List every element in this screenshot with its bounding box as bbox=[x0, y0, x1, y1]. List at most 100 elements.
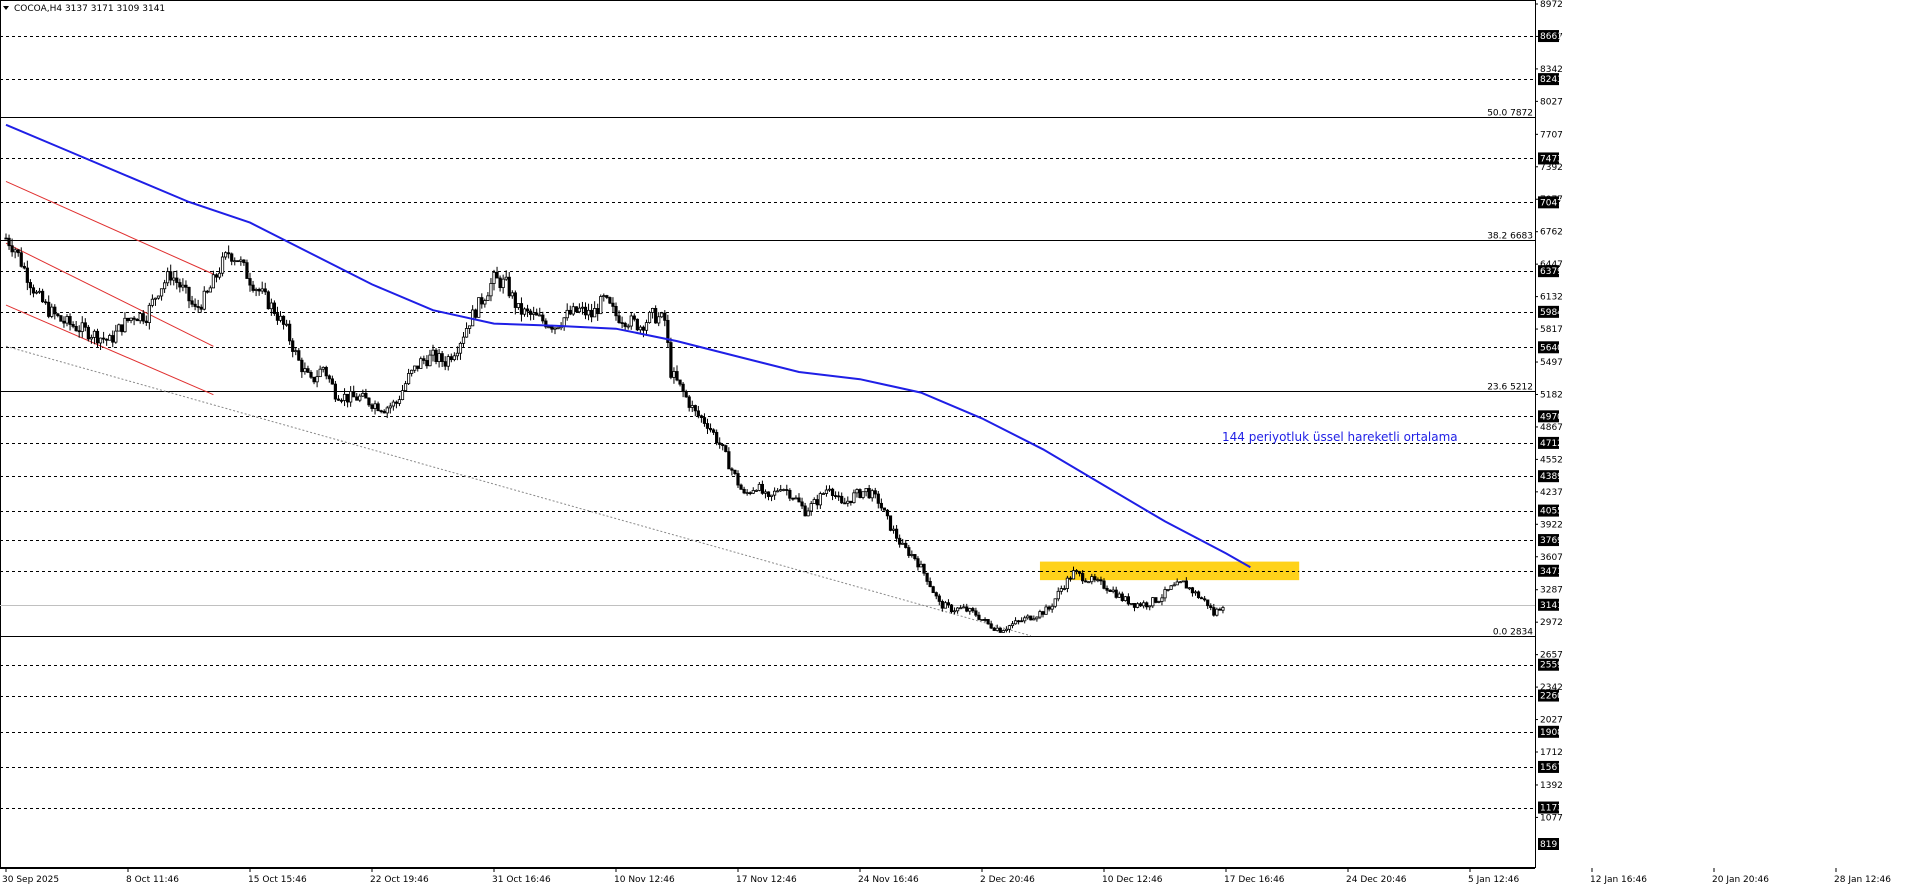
candle-body bbox=[913, 554, 917, 560]
price-badge-label: 8243 bbox=[1540, 75, 1563, 85]
candle-body bbox=[1065, 577, 1069, 589]
candle-body bbox=[632, 315, 636, 320]
candle-body bbox=[733, 469, 737, 474]
candle-body bbox=[901, 542, 905, 545]
candle-body bbox=[34, 291, 39, 294]
candle bbox=[574, 306, 578, 313]
candle-body bbox=[1041, 611, 1045, 615]
time-tick-label: 24 Nov 16:46 bbox=[858, 875, 919, 885]
candle-body bbox=[486, 295, 490, 301]
candle-body bbox=[785, 489, 789, 491]
candle-body bbox=[489, 283, 493, 297]
price-tick-label: 1712 bbox=[1540, 748, 1563, 758]
candle-body bbox=[1071, 570, 1076, 580]
candle-body bbox=[13, 249, 17, 253]
candle-body bbox=[1056, 590, 1060, 600]
candle-body bbox=[623, 322, 627, 327]
candle-body bbox=[166, 271, 170, 284]
candle-body bbox=[837, 495, 841, 498]
candle-body bbox=[373, 403, 377, 409]
candle-body bbox=[986, 619, 990, 625]
candle-body bbox=[590, 309, 594, 318]
candle-body bbox=[449, 356, 453, 361]
candle-body bbox=[757, 483, 761, 491]
candle-body bbox=[779, 489, 783, 492]
price-tick-label: 3607 bbox=[1540, 553, 1563, 563]
candle-body bbox=[492, 271, 496, 284]
candle-body bbox=[397, 399, 402, 404]
candle-body bbox=[28, 282, 33, 289]
candle-body bbox=[519, 303, 524, 315]
candle bbox=[1196, 590, 1201, 599]
price-tick-label: 5182 bbox=[1540, 390, 1563, 400]
candle-body bbox=[510, 292, 514, 297]
candle-body bbox=[1102, 580, 1106, 589]
candle bbox=[266, 290, 270, 310]
candle bbox=[86, 324, 90, 342]
candle-body bbox=[190, 300, 194, 305]
candle bbox=[1087, 581, 1091, 584]
candle-body bbox=[806, 510, 810, 517]
candle-body bbox=[1007, 625, 1012, 630]
candle-body bbox=[135, 318, 139, 322]
candle-body bbox=[980, 619, 984, 621]
time-tick-label: 30 Sep 2025 bbox=[2, 875, 59, 885]
candle-body bbox=[834, 495, 838, 497]
price-tick-label: 6132 bbox=[1540, 293, 1563, 303]
candle-body bbox=[599, 296, 603, 315]
candle-body bbox=[568, 309, 572, 315]
price-axis: 8972865783428027770773927077676264476132… bbox=[1535, 0, 1563, 868]
candle bbox=[245, 259, 249, 279]
candle-body bbox=[840, 495, 844, 504]
candle-body bbox=[647, 312, 652, 323]
candle-body bbox=[382, 410, 386, 414]
candle-body bbox=[870, 490, 874, 499]
candle-body bbox=[739, 484, 743, 490]
candle-body bbox=[187, 286, 191, 302]
price-tick-label: 1392 bbox=[1540, 781, 1563, 791]
time-axis: 30 Sep 2025 8 Oct 11:46 15 Oct 15:46 22 Oct… bbox=[0, 868, 1891, 885]
candle-body bbox=[495, 271, 499, 279]
candle-body bbox=[169, 271, 173, 281]
candle-body bbox=[577, 307, 582, 313]
candle-body bbox=[245, 262, 249, 279]
candle-body bbox=[71, 324, 75, 327]
candle-body bbox=[1218, 608, 1222, 611]
candle bbox=[724, 444, 728, 453]
candle-body bbox=[614, 305, 618, 317]
candle-body bbox=[928, 580, 932, 588]
candle-body bbox=[812, 499, 816, 504]
cocoa-h4-chart: 50.0 7872 38.2 6683 23.6 5212 0.0 2834 8972… bbox=[0, 0, 1891, 885]
candle-body bbox=[385, 407, 389, 414]
candle-body bbox=[663, 312, 667, 321]
candle-body bbox=[1068, 577, 1073, 580]
price-badge-label: 4389 bbox=[1540, 472, 1563, 482]
candle-body bbox=[330, 378, 334, 385]
candle bbox=[980, 619, 984, 621]
candle-body bbox=[718, 442, 722, 445]
candle-body bbox=[1074, 570, 1079, 573]
candle-body bbox=[849, 500, 853, 504]
price-tick-label: 6762 bbox=[1540, 228, 1563, 238]
candle-body bbox=[391, 401, 395, 407]
price-badge-label: 6379 bbox=[1540, 267, 1563, 277]
candle-body bbox=[507, 276, 511, 297]
candle-body bbox=[1035, 616, 1039, 620]
candle-body bbox=[1001, 630, 1005, 633]
candle-body bbox=[291, 340, 295, 352]
candle-body bbox=[376, 403, 380, 412]
candle bbox=[882, 507, 887, 511]
candle-body bbox=[410, 369, 414, 374]
candle-body bbox=[1026, 615, 1030, 619]
candle-body bbox=[574, 306, 578, 313]
price-tick-label: 4237 bbox=[1540, 488, 1563, 498]
candle-body bbox=[721, 444, 725, 447]
candle bbox=[858, 488, 862, 499]
candle-body bbox=[349, 391, 353, 403]
candle-body bbox=[220, 256, 225, 274]
candle-body bbox=[284, 323, 289, 326]
candle-body bbox=[794, 497, 798, 500]
candle-body bbox=[1151, 597, 1155, 607]
candle bbox=[599, 294, 603, 315]
candle-body bbox=[754, 489, 758, 492]
